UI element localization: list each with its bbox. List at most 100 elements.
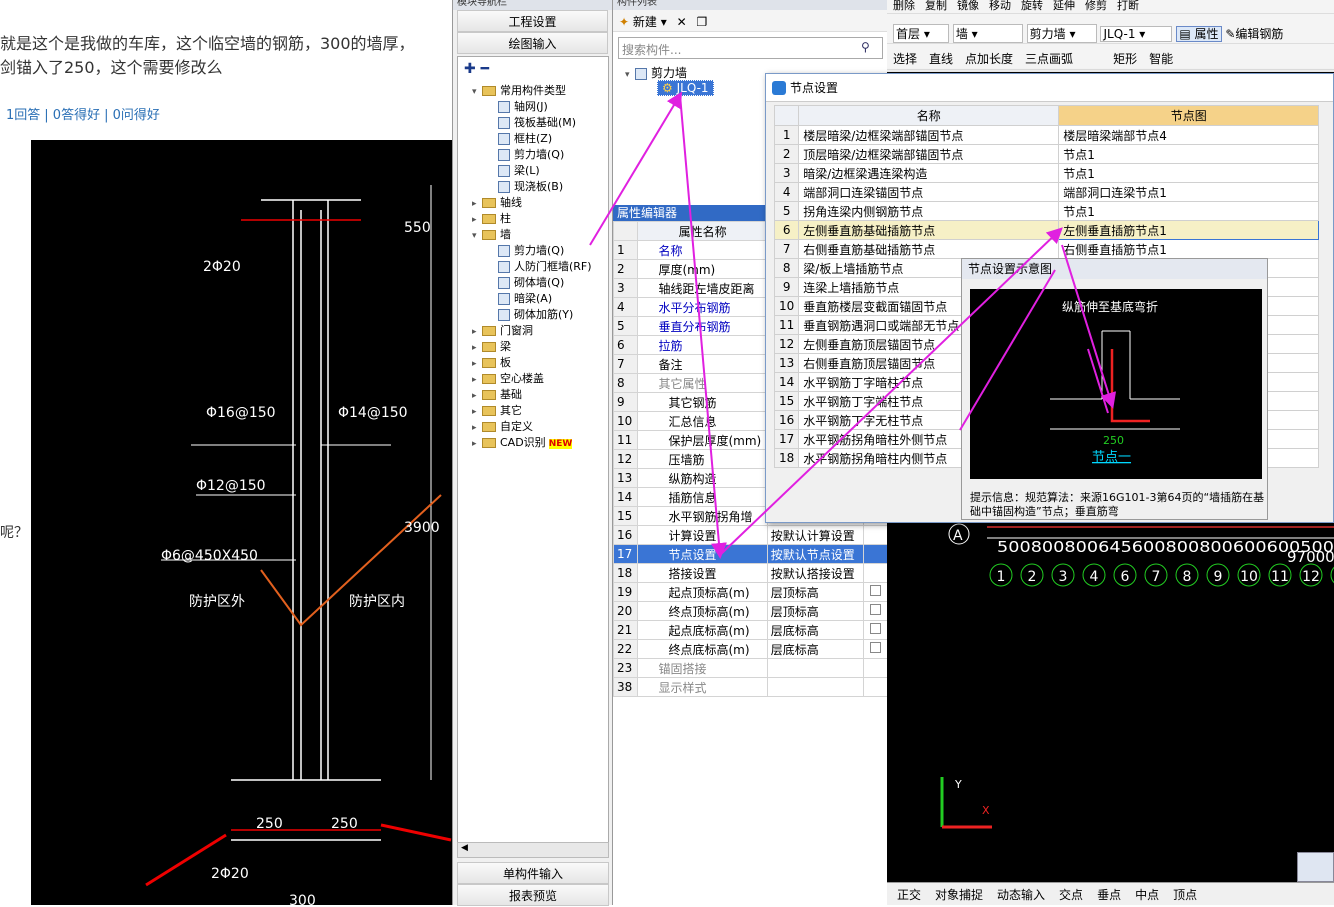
component-item-jlq1[interactable]: ⚙ JLQ-1: [657, 80, 714, 96]
node-row[interactable]: 3 暗梁/边框梁遇连梁构造 节点1: [773, 163, 1320, 183]
tree-item[interactable]: 框柱(Z): [498, 131, 552, 147]
tree-item[interactable]: 砌体墙(Q): [498, 275, 564, 291]
tree-expander-icon[interactable]: ▸: [472, 436, 482, 452]
component-search-input[interactable]: 搜索构件...: [618, 37, 883, 59]
draw-tool-button[interactable]: 选择: [893, 52, 917, 66]
tree-expander-icon[interactable]: ▸: [472, 420, 482, 436]
single-component-input-button[interactable]: 单构件输入: [457, 862, 609, 884]
stat-answers[interactable]: 1回答: [6, 108, 40, 123]
tree-item[interactable]: ▸ 自定义: [472, 419, 533, 435]
node-row[interactable]: 1 楼层暗梁/边框梁端部锚固节点 楼层暗梁端部节点4: [773, 125, 1320, 145]
property-value[interactable]: 按默认节点设置: [766, 544, 864, 564]
property-row[interactable]: 23 锚固搭接: [612, 658, 889, 678]
node-image-value[interactable]: 节点1: [1058, 144, 1320, 164]
edit-tool-button[interactable]: 复制: [925, 0, 947, 12]
property-checkbox[interactable]: [862, 677, 889, 697]
snap-toggle-button[interactable]: 正交: [897, 888, 921, 902]
property-value[interactable]: [766, 658, 864, 678]
tree-expander-icon[interactable]: ▸: [472, 340, 482, 356]
tree-item[interactable]: 筏板基础(M): [498, 115, 576, 131]
property-value[interactable]: 层底标高: [766, 620, 864, 640]
tree-expander-icon[interactable]: ▸: [472, 196, 482, 212]
property-checkbox[interactable]: [862, 639, 889, 659]
tree-item[interactable]: ▸ 轴线: [472, 195, 522, 211]
snap-toggle-button[interactable]: 顶点: [1173, 888, 1197, 902]
property-value[interactable]: 层顶标高: [766, 582, 864, 602]
draw-tool-button[interactable]: 直线: [929, 52, 953, 66]
copy-icon[interactable]: ❐: [696, 15, 707, 29]
tree-item[interactable]: 剪力墙(Q): [498, 147, 564, 163]
tree-item[interactable]: ▸ 其它: [472, 403, 522, 419]
snap-toggle-button[interactable]: 对象捕捉: [935, 888, 983, 902]
node-image-value[interactable]: 节点1: [1058, 163, 1320, 183]
node-image-value[interactable]: 右侧垂直插筋节点1: [1058, 239, 1320, 259]
node-image-value[interactable]: 节点1: [1058, 201, 1320, 221]
draw-tool-button[interactable]: 智能: [1149, 52, 1173, 66]
draw-tool-button[interactable]: 矩形: [1113, 52, 1137, 66]
floor-select[interactable]: 首层 ▾: [893, 24, 949, 43]
property-value[interactable]: 按默认计算设置: [766, 525, 864, 545]
delete-icon[interactable]: ✕: [677, 15, 687, 29]
node-image-value[interactable]: 端部洞口连梁节点1: [1058, 182, 1320, 202]
edit-tool-button[interactable]: 删除: [893, 0, 915, 12]
tree-expander-icon[interactable]: ▾: [472, 84, 482, 100]
shear-wall-group[interactable]: ▾ 剪力墙: [625, 64, 687, 81]
tree-item[interactable]: 轴网(J): [498, 99, 548, 115]
new-component-button[interactable]: ✦ 新建 ▾: [619, 15, 667, 29]
tree-expander-icon[interactable]: ▸: [472, 404, 482, 420]
tree-expander-icon[interactable]: ▸: [472, 356, 482, 372]
tree-expander-icon[interactable]: ▸: [472, 372, 482, 388]
tree-expander-icon[interactable]: ▸: [472, 388, 482, 404]
edit-tool-button[interactable]: 镜像: [957, 0, 979, 12]
snap-toggle-button[interactable]: 交点: [1059, 888, 1083, 902]
edit-tool-button[interactable]: 延伸: [1053, 0, 1075, 12]
property-checkbox[interactable]: [862, 601, 889, 621]
property-row[interactable]: 22 终点底标高(m) 层底标高: [612, 639, 889, 659]
property-checkbox[interactable]: [862, 620, 889, 640]
node-row[interactable]: 7 右侧垂直筋基础插筋节点 右侧垂直插筋节点1: [773, 239, 1320, 259]
tree-item[interactable]: ▸ 门窗洞: [472, 323, 533, 339]
property-checkbox[interactable]: [862, 544, 889, 564]
tree-item[interactable]: ▸ 梁: [472, 339, 511, 355]
tree-item[interactable]: ▸ 基础: [472, 387, 522, 403]
property-row[interactable]: 38 显示样式: [612, 677, 889, 697]
snap-toggle-button[interactable]: 动态输入: [997, 888, 1045, 902]
tree-expander-icon[interactable]: ▸: [472, 212, 482, 228]
snap-toggle-button[interactable]: 中点: [1135, 888, 1159, 902]
edit-tool-button[interactable]: 打断: [1117, 0, 1139, 12]
stat-good-questions[interactable]: 0问得好: [113, 108, 160, 123]
node-image-value[interactable]: 左侧垂直插筋节点1: [1058, 220, 1320, 240]
node-row[interactable]: 2 顶层暗梁/边框梁端部锚固节点 节点1: [773, 144, 1320, 164]
navigation-cube-icon[interactable]: [1297, 852, 1334, 882]
node-row[interactable]: 4 端部洞口连梁锚固节点 端部洞口连梁节点1: [773, 182, 1320, 202]
tree-item[interactable]: 现浇板(B): [498, 179, 563, 195]
property-value[interactable]: 按默认搭接设置: [766, 563, 864, 583]
tree-scrollbar[interactable]: ◀: [457, 842, 609, 858]
tree-item[interactable]: ▾ 墙: [472, 227, 511, 243]
search-icon[interactable]: ⚲: [861, 40, 870, 54]
project-settings-button[interactable]: 工程设置: [457, 10, 608, 32]
draw-input-button[interactable]: 绘图输入: [457, 32, 608, 54]
tree-item[interactable]: ▸ 板: [472, 355, 511, 371]
property-row[interactable]: 18 搭接设置 按默认搭接设置: [612, 563, 889, 583]
edit-tool-button[interactable]: 移动: [989, 0, 1011, 12]
property-row[interactable]: 19 起点顶标高(m) 层顶标高: [612, 582, 889, 602]
properties-button[interactable]: ▤ 属性: [1176, 26, 1222, 42]
tree-expander-icon[interactable]: ▸: [472, 324, 482, 340]
expand-collapse-icons[interactable]: ✚ ━: [464, 61, 489, 77]
tree-expander-icon[interactable]: ▾: [472, 228, 482, 244]
property-value[interactable]: 层底标高: [766, 639, 864, 659]
property-checkbox[interactable]: [862, 563, 889, 583]
draw-tool-button[interactable]: 三点画弧: [1025, 52, 1073, 66]
report-preview-button[interactable]: 报表预览: [457, 884, 609, 906]
draw-tool-button[interactable]: 点加长度: [965, 52, 1013, 66]
tree-item[interactable]: ▾ 常用构件类型: [472, 83, 566, 99]
property-row[interactable]: 16 计算设置 按默认计算设置: [612, 525, 889, 545]
property-row[interactable]: 17 节点设置 按默认节点设置: [612, 544, 889, 564]
tree-item[interactable]: 人防门框墙(RF): [498, 259, 592, 275]
tree-item[interactable]: ▸ CAD识别 NEW: [472, 435, 573, 452]
component-select[interactable]: JLQ-1 ▾: [1100, 26, 1173, 42]
property-value[interactable]: [766, 677, 864, 697]
node-row[interactable]: 5 拐角连梁内侧钢筋节点 节点1: [773, 201, 1320, 221]
property-checkbox[interactable]: [862, 658, 889, 678]
